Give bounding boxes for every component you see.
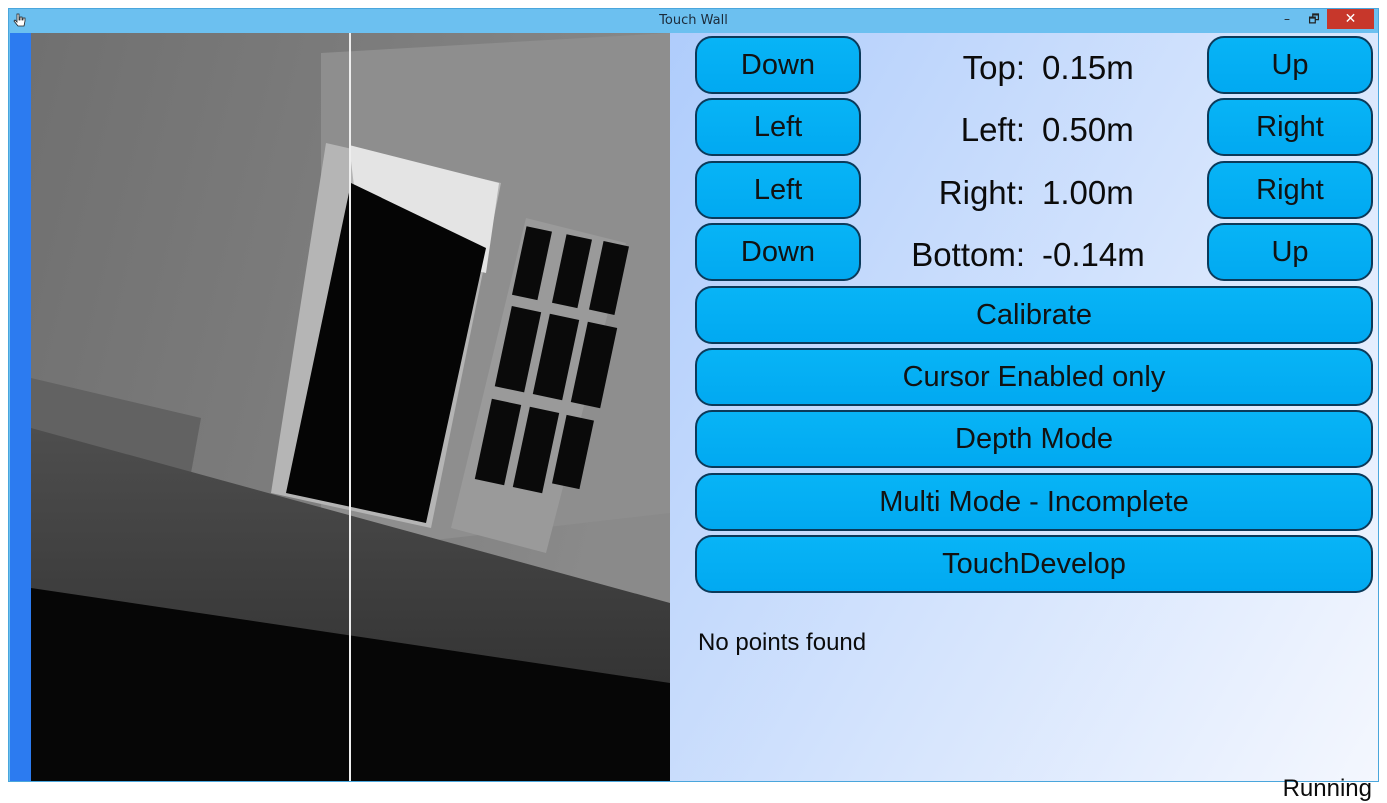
restore-button[interactable]: 🗗	[1303, 9, 1325, 29]
bottom-label: Bottom:	[911, 236, 1025, 273]
right-right-button[interactable]: Right	[1207, 161, 1373, 219]
calibrate-button[interactable]: Calibrate	[695, 286, 1373, 344]
bottom-value: -0.14m	[1042, 236, 1145, 273]
top-up-button[interactable]: Up	[1207, 36, 1373, 94]
depth-image	[31, 33, 670, 781]
window-title: Touch Wall	[659, 13, 728, 28]
top-label: Top:	[962, 49, 1025, 86]
bottom-up-button[interactable]: Up	[1207, 223, 1373, 281]
client-area: Down Top: 0.15m Up Left Left: 0.50m Righ…	[10, 33, 1378, 802]
top-value: 0.15m	[1042, 49, 1134, 86]
touch-develop-button[interactable]: TouchDevelop	[695, 535, 1373, 593]
status-text: No points found	[698, 629, 867, 656]
run-state-text: Running	[1282, 775, 1372, 802]
right-value: 1.00m	[1042, 174, 1134, 211]
depth-mode-button[interactable]: Depth Mode	[695, 410, 1373, 468]
minimize-button[interactable]: –	[1277, 9, 1297, 29]
left-right-button[interactable]: Right	[1207, 98, 1373, 156]
cursor-enabled-button[interactable]: Cursor Enabled only	[695, 348, 1373, 406]
left-accent-bar	[10, 33, 31, 781]
multi-mode-button[interactable]: Multi Mode - Incomplete	[695, 473, 1373, 531]
left-value: 0.50m	[1042, 111, 1134, 148]
depth-camera-view	[31, 33, 670, 781]
app-window: Touch Wall – 🗗 ✕ Down Top: 0.15m Up Left…	[8, 8, 1379, 802]
close-button[interactable]: ✕	[1327, 9, 1374, 29]
left-label: Left:	[960, 111, 1025, 148]
right-label: Right:	[938, 174, 1025, 211]
title-bar[interactable]: Touch Wall – 🗗 ✕	[9, 9, 1378, 33]
